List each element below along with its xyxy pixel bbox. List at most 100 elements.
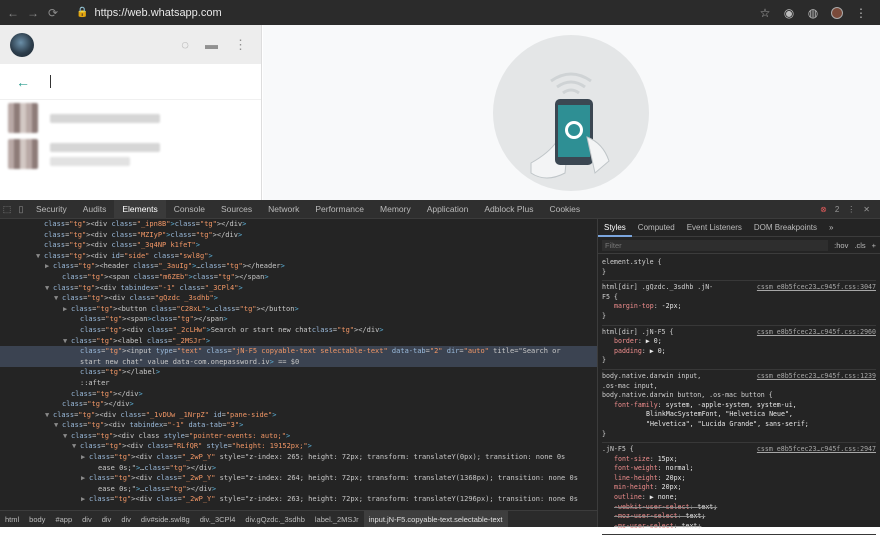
dom-node-line[interactable]: class="tg"></div> — [0, 399, 597, 410]
styles-tab-styles[interactable]: Styles — [598, 219, 632, 237]
dom-node-line[interactable]: class="tg"></div> — [0, 389, 597, 400]
breadcrumb-item[interactable]: label._2MSJr — [310, 515, 364, 524]
dom-node-line[interactable]: class="tg"><div class="_3q4NP k1feT"> — [0, 240, 597, 251]
source-link[interactable]: cssm_e8b5fcec23…c945f.css:3047 — [757, 283, 876, 293]
css-declaration[interactable]: "Helvetica", "Lucida Grande", sans-serif… — [602, 420, 876, 430]
css-declaration[interactable]: BlinkMacSystemFont, "Helvetica Neue", — [602, 410, 876, 420]
dom-node-line[interactable]: ease 0s;">…class="tg"></div> — [0, 484, 597, 495]
reload-icon[interactable]: ⟳ — [46, 6, 60, 20]
breadcrumb-item[interactable]: div — [116, 515, 136, 524]
dom-node-line[interactable]: class="tg"><span>class="tg"></span> — [0, 314, 597, 325]
css-rule[interactable]: html[dir] .jN-F5 {cssm_e8b5fcec23…c945f.… — [602, 326, 876, 370]
tab-performance[interactable]: Performance — [307, 200, 372, 219]
tab-audits[interactable]: Audits — [75, 200, 115, 219]
styles-tab--[interactable]: » — [823, 219, 839, 237]
dom-node-line[interactable]: ▼ class="tg"><label class="_2MSJr"> — [0, 336, 597, 347]
styles-tab-computed[interactable]: Computed — [632, 219, 681, 237]
status-icon[interactable]: ◌ — [181, 37, 189, 53]
dom-node-line[interactable]: ▼ class="tg"><div tabindex="-1" class="_3… — [0, 283, 597, 294]
breadcrumb-item[interactable]: #app — [50, 515, 77, 524]
breadcrumb-item[interactable]: input.jN-F5.copyable-text.selectable-tex… — [363, 511, 508, 527]
disclosure-triangle-icon[interactable]: ▶ — [81, 494, 89, 505]
source-link[interactable]: cssm_e8b5fcec23…c945f.css:1239 — [757, 372, 876, 382]
more-icon[interactable]: ⋮ — [847, 205, 855, 214]
dom-node-line[interactable]: class="tg"><div class="_ipn8B">class="tg… — [0, 219, 597, 230]
menu-icon[interactable]: ⋮ — [854, 6, 868, 20]
css-declaration[interactable]: line-height: 20px; — [602, 474, 876, 484]
css-declaration[interactable]: margin-top: -2px; — [602, 302, 876, 312]
css-declaration[interactable]: font-weight: normal; — [602, 464, 876, 474]
error-count[interactable]: 2 — [835, 205, 839, 214]
list-item[interactable] — [0, 136, 261, 172]
css-declaration[interactable]: font-size: 15px; — [602, 455, 876, 465]
dom-node-line[interactable]: start new chat" value data-com.onepasswo… — [0, 356, 597, 368]
dom-node-line[interactable]: ▼ class="tg"><div tabindex="-1" data-tab=… — [0, 420, 597, 431]
styles-tab-dom-breakpoints[interactable]: DOM Breakpoints — [748, 219, 823, 237]
css-declaration[interactable]: -moz-user-select: text; — [602, 512, 876, 522]
css-rule[interactable]: element.style {} — [602, 256, 876, 282]
css-declaration[interactable]: min-height: 20px; — [602, 483, 876, 493]
search-bar[interactable]: ← — [0, 64, 261, 100]
device-toolbar-icon[interactable]: ▯ — [14, 200, 28, 219]
dom-node-line[interactable]: ▶ class="tg"><div class="_2wP_Y" style="z… — [0, 473, 597, 484]
dom-node-line[interactable]: ▶ class="tg"><div class="_2wP_Y" style="z… — [0, 452, 597, 463]
disclosure-triangle-icon[interactable]: ▼ — [63, 336, 71, 347]
source-link[interactable]: cssm_e8b5fcec23…c945f.css:2960 — [757, 328, 876, 338]
css-declaration[interactable]: border: ▶ 0; — [602, 337, 876, 347]
css-rule[interactable]: .jN-F5 {cssm_e8b5fcec23…c945f.css:2947 fo… — [602, 443, 876, 536]
dom-node-line[interactable]: ▼ class="tg"><div class style="pointer-ev… — [0, 431, 597, 442]
disclosure-triangle-icon[interactable]: ▶ — [45, 261, 53, 272]
dom-node-line[interactable]: class="tg"><div class="_2cLHw">Search or… — [0, 325, 597, 336]
disclosure-triangle-icon[interactable]: ▼ — [45, 283, 53, 294]
disclosure-triangle-icon[interactable]: ▼ — [54, 420, 62, 431]
dom-node-line[interactable]: ▶ class="tg"><header class="_3auIg">…clas… — [0, 261, 597, 272]
dom-node-line[interactable]: ▶ class="tg"><button class="C28xL">…class… — [0, 304, 597, 315]
dom-node-line[interactable]: ease 0s;">…class="tg"></div> — [0, 463, 597, 474]
tab-elements[interactable]: Elements — [114, 199, 166, 219]
breadcrumb-item[interactable]: html — [0, 515, 24, 524]
star-icon[interactable]: ☆ — [758, 6, 772, 20]
css-declaration[interactable]: -webkit-user-select: text; — [602, 503, 876, 513]
css-rule[interactable]: html[dir] .gQzdc._3sdhb .jN- F5 {cssm_e8b… — [602, 281, 876, 326]
list-item[interactable] — [0, 100, 261, 136]
source-link[interactable]: cssm_e8b5fcec23…c945f.css:2947 — [757, 445, 876, 455]
avatar[interactable] — [10, 32, 34, 57]
disclosure-triangle-icon[interactable]: ▶ — [81, 473, 89, 484]
disclosure-triangle-icon[interactable]: ▶ — [81, 452, 89, 463]
disclosure-triangle-icon[interactable]: ▼ — [63, 431, 71, 442]
dom-node-line[interactable]: class="tg"><span class="m6ZEb">class="tg… — [0, 272, 597, 283]
css-rule[interactable]: body.native.darwin input, .os-mac input, b… — [602, 370, 876, 444]
extension-icon[interactable]: ◉ — [782, 6, 796, 20]
address-bar[interactable]: https://web.whatsapp.com — [94, 7, 221, 19]
search-input[interactable] — [50, 75, 51, 88]
breadcrumb-item[interactable]: div — [77, 515, 97, 524]
dom-node-line[interactable]: ▶ class="tg"><div class="_2wP_Y" style="z… — [0, 494, 597, 505]
cls-toggle[interactable]: .cls — [854, 241, 865, 250]
breadcrumb-item[interactable]: div.gQzdc._3sdhb — [240, 515, 309, 524]
close-icon[interactable]: ✕ — [863, 205, 870, 214]
back-icon[interactable]: ← — [6, 6, 20, 20]
disclosure-triangle-icon[interactable]: ▼ — [72, 441, 80, 452]
tab-memory[interactable]: Memory — [372, 200, 419, 219]
disclosure-triangle-icon[interactable]: ▶ — [63, 304, 71, 315]
tab-network[interactable]: Network — [260, 200, 307, 219]
extension-2-icon[interactable]: ◍ — [806, 6, 820, 20]
menu-icon[interactable]: ⋮ — [234, 37, 247, 53]
disclosure-triangle-icon[interactable]: ▼ — [36, 251, 44, 262]
tab-sources[interactable]: Sources — [213, 200, 260, 219]
hov-toggle[interactable]: :hov — [834, 241, 848, 250]
dom-node-line[interactable]: ▼ class="tg"><div class="RLfQR" style="he… — [0, 441, 597, 452]
dom-node-line[interactable]: ▼ class="tg"><div id="side" class="swl8g"… — [0, 251, 597, 262]
dom-tree[interactable]: class="tg"><div class="_ipn8B">class="tg… — [0, 219, 597, 510]
tab-adblock-plus[interactable]: Adblock Plus — [476, 200, 541, 219]
profile-icon[interactable] — [830, 6, 844, 20]
new-chat-icon[interactable]: ▬ — [205, 37, 218, 53]
breadcrumb-item[interactable]: div#side.swl8g — [136, 515, 195, 524]
dom-node-line[interactable]: ::after — [0, 378, 597, 389]
error-icon[interactable]: ⊗ — [820, 205, 827, 214]
new-rule-button[interactable]: + — [872, 241, 876, 250]
tab-cookies[interactable]: Cookies — [541, 200, 588, 219]
breadcrumb-item[interactable]: div._3CPl4 — [195, 515, 241, 524]
dom-node-line[interactable]: class="tg"><input type="text" class="jN-… — [0, 346, 597, 357]
disclosure-triangle-icon[interactable]: ▼ — [54, 293, 62, 304]
